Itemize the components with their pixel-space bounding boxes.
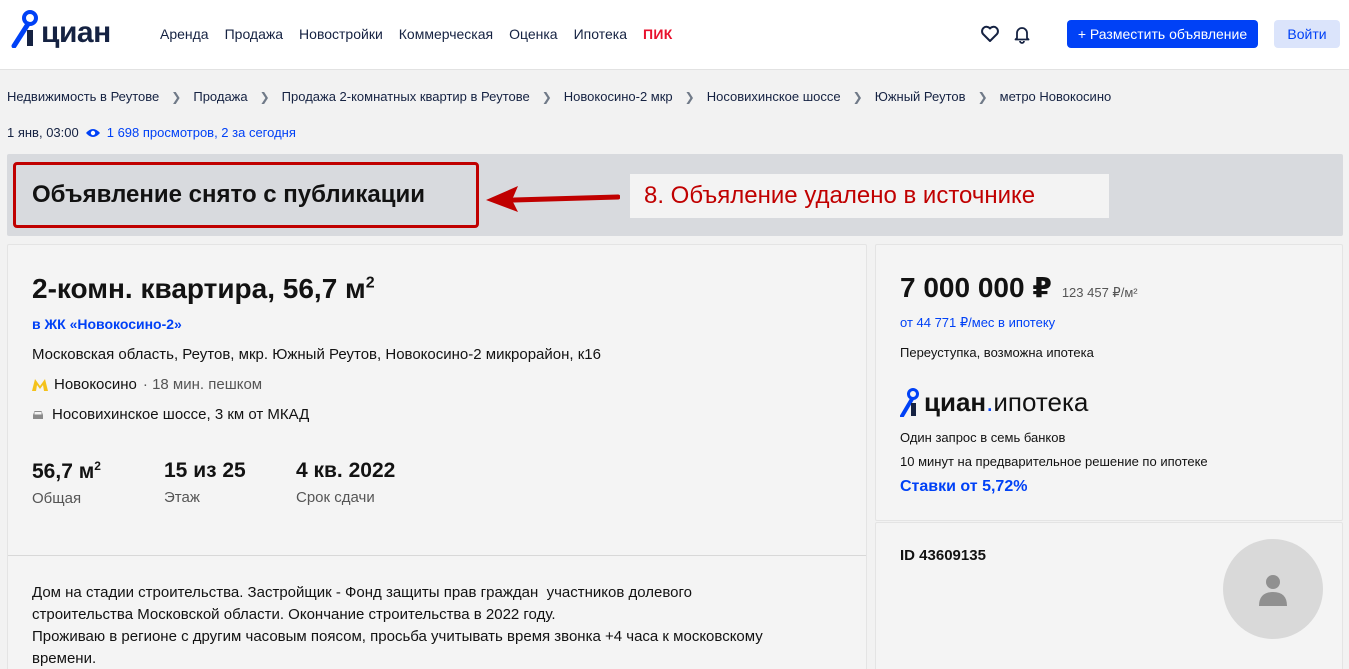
user-icon xyxy=(1259,575,1287,606)
removed-title: Объявление снято с публикации xyxy=(32,181,425,208)
nav-valuation[interactable]: Оценка xyxy=(509,26,558,42)
bell-icon[interactable] xyxy=(1012,24,1032,44)
price: 7 000 000 ₽ 123 457 ₽/м² xyxy=(900,272,1138,303)
heart-icon[interactable] xyxy=(980,24,1000,44)
chevron-right-icon: ❯ xyxy=(852,89,863,104)
metro-info: Новокосино · 18 мин. пешком xyxy=(32,376,262,393)
agent-card: ID 43609135 xyxy=(875,522,1343,669)
stat-area: 56,7 м2 Общая xyxy=(32,459,101,507)
publish-date: 1 янв, 03:00 xyxy=(7,125,79,140)
address[interactable]: Московская область, Реутов, мкр. Южный Р… xyxy=(32,346,601,363)
complex-link[interactable]: в ЖК «Новокосино-2» xyxy=(32,316,182,332)
removed-status-box: Объявление снято с публикации xyxy=(13,162,479,228)
nav-pik[interactable]: ПИК xyxy=(643,26,673,42)
views-link[interactable]: 1 698 просмотров, 2 за сегодня xyxy=(85,125,296,140)
breadcrumb-item[interactable]: Новокосино-2 мкр xyxy=(564,89,673,104)
deal-type: Переуступка, возможна ипотека xyxy=(900,345,1094,360)
eye-icon xyxy=(85,128,100,137)
chevron-right-icon: ❯ xyxy=(171,89,182,104)
agent-id: ID 43609135 xyxy=(900,547,986,564)
listing-title: 2-комн. квартира, 56,7 м2 xyxy=(32,273,375,304)
cian-logo[interactable]: циан xyxy=(10,8,125,48)
nav-rent[interactable]: Аренда xyxy=(160,26,209,42)
views-count: 1 698 просмотров, 2 за сегодня xyxy=(106,125,296,140)
ipoteka-ten-min: 10 минут на предварительное решение по и… xyxy=(900,454,1208,469)
road-info: Носовихинское шоссе, 3 км от МКАД xyxy=(32,406,309,423)
chevron-right-icon: ❯ xyxy=(977,89,988,104)
metro-walk-time: · 18 мин. пешком xyxy=(142,376,263,393)
breadcrumb: Недвижимость в Реутове ❯ Продажа ❯ Прода… xyxy=(7,89,1111,104)
listing-meta: 1 янв, 03:00 1 698 просмотров, 2 за сего… xyxy=(7,125,296,140)
stat-completion: 4 кв. 2022 Срок сдачи xyxy=(296,459,396,506)
nav-new-buildings[interactable]: Новостройки xyxy=(299,26,383,42)
chevron-right-icon: ❯ xyxy=(541,89,552,104)
annotation-label: 8. Объяление удалено в источнике xyxy=(630,174,1109,218)
breadcrumb-item[interactable]: Недвижимость в Реутове xyxy=(7,89,159,104)
logo-text: циан xyxy=(41,16,111,49)
mortgage-link[interactable]: от 44 771 ₽/мес в ипотеку xyxy=(900,315,1055,331)
divider xyxy=(8,555,866,556)
annotation-arrow-icon xyxy=(486,186,620,212)
main-nav: Аренда Продажа Новостройки Коммерческая … xyxy=(160,26,673,42)
logo-pin-icon xyxy=(900,388,919,417)
nav-mortgage[interactable]: Ипотека xyxy=(574,26,627,42)
cian-ipoteka-logo[interactable]: циан. ипотека xyxy=(900,381,1088,417)
place-ad-button[interactable]: + Разместить объявление xyxy=(1067,20,1258,48)
car-icon xyxy=(33,410,43,419)
breadcrumb-item[interactable]: Продажа xyxy=(193,89,247,104)
price-card: 7 000 000 ₽ 123 457 ₽/м² от 44 771 ₽/мес… xyxy=(875,244,1343,521)
breadcrumb-item[interactable]: Продажа 2-комнатных квартир в Реутове xyxy=(282,89,530,104)
chevron-right-icon: ❯ xyxy=(259,89,270,104)
breadcrumb-item[interactable]: Южный Реутов xyxy=(875,89,966,104)
ipoteka-one-request: Один запрос в семь банков xyxy=(900,430,1066,445)
metro-station[interactable]: Новокосино xyxy=(54,376,137,393)
nav-sale[interactable]: Продажа xyxy=(225,26,283,42)
avatar xyxy=(1223,539,1323,639)
stat-floor: 15 из 25 Этаж xyxy=(164,459,246,506)
price-per-meter: 123 457 ₽/м² xyxy=(1061,285,1138,300)
nav-commercial[interactable]: Коммерческая xyxy=(399,26,493,42)
login-button[interactable]: Войти xyxy=(1274,20,1340,48)
listing-card: 2-комн. квартира, 56,7 м2 в ЖК «Новокоси… xyxy=(7,244,867,669)
rates-link[interactable]: Ставки от 5,72% xyxy=(900,478,1027,496)
breadcrumb-item[interactable]: Носовихинское шоссе xyxy=(707,89,841,104)
road-distance: Носовихинское шоссе, 3 км от МКАД xyxy=(52,406,310,423)
logo-pin-icon xyxy=(11,10,38,48)
listing-description: Дом на стадии строительства. Застройщик … xyxy=(32,584,763,667)
chevron-right-icon: ❯ xyxy=(684,89,695,104)
listing-stats: 56,7 м2 Общая 15 из 25 Этаж 4 кв. 2022 С… xyxy=(32,459,428,507)
metro-icon xyxy=(32,378,48,391)
header: циан Аренда Продажа Новостройки Коммерче… xyxy=(0,0,1349,70)
breadcrumb-item[interactable]: метро Новокосино xyxy=(1000,89,1112,104)
